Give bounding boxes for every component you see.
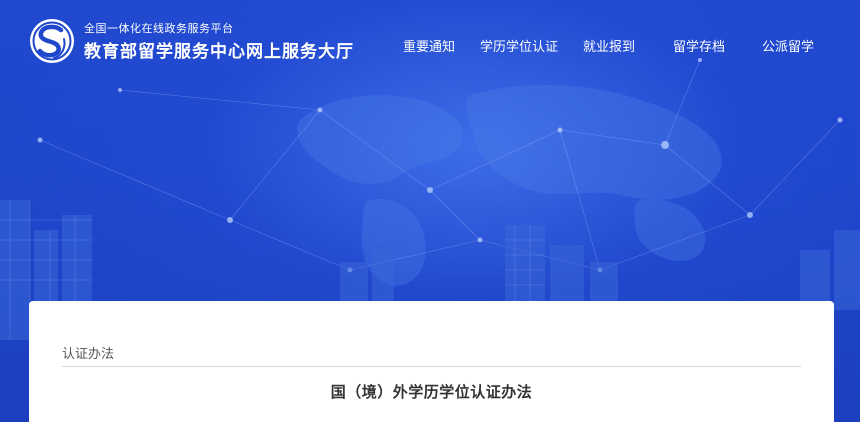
breadcrumb[interactable]: 认证办法	[62, 343, 114, 362]
hero-banner: 全国一体化在线政务服务平台 教育部留学服务中心网上服务大厅 重要通知 学历学位认…	[0, 0, 860, 422]
document-title: 国（境）外学历学位认证办法	[330, 383, 533, 401]
content-card: 认证办法 国（境）外学历学位认证办法	[29, 301, 834, 422]
nav-item-employment-report[interactable]: 就业报到	[583, 36, 635, 55]
breadcrumb-divider	[62, 366, 801, 367]
main-nav: 重要通知 学历学位认证 就业报到 留学存档 公派留学	[0, 36, 860, 56]
nav-item-government-sponsored-study[interactable]: 公派留学	[762, 36, 814, 55]
platform-subtitle: 全国一体化在线政务服务平台	[84, 22, 234, 35]
site-header: 全国一体化在线政务服务平台 教育部留学服务中心网上服务大厅 重要通知 学历学位认…	[0, 0, 860, 90]
nav-item-study-abroad-archive[interactable]: 留学存档	[673, 36, 725, 55]
nav-item-degree-verification[interactable]: 学历学位认证	[480, 36, 558, 55]
nav-item-notices[interactable]: 重要通知	[403, 36, 455, 55]
